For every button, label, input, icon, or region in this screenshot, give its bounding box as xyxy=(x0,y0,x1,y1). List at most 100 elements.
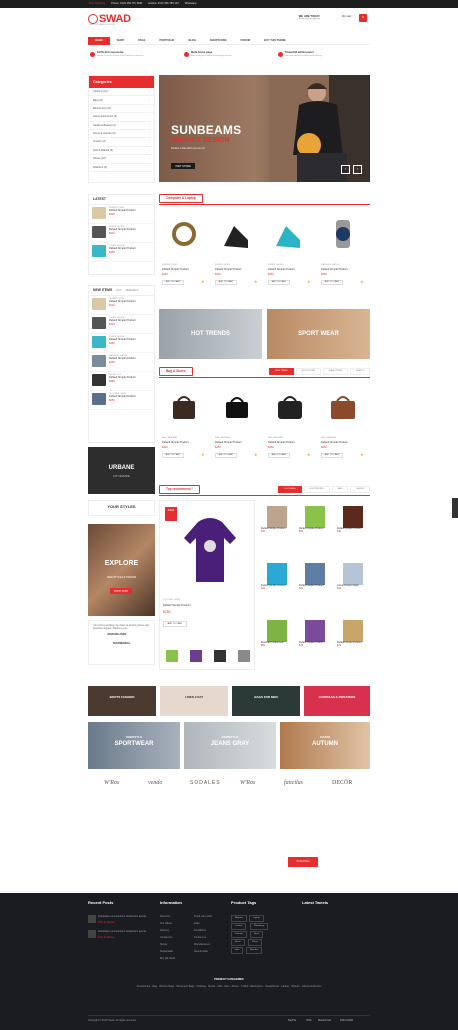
tag[interactable]: Shoes xyxy=(248,939,263,946)
list-item[interactable]: PUMPS, SHOES Default Simple Product $222 xyxy=(89,315,154,334)
footer-link[interactable]: Sustainable xyxy=(160,950,173,953)
nav-shortcode[interactable]: SHORTCODE xyxy=(203,37,234,45)
star-icon[interactable]: ★ xyxy=(307,279,311,285)
tab-bag[interactable]: BAG xyxy=(331,486,349,493)
tag[interactable]: Sale xyxy=(231,947,244,954)
product-card[interactable]: PUMPS, SHOES Default Simple Product $250 A… xyxy=(265,208,315,308)
post-title[interactable]: Voluptatem accusantium laudantium aperia xyxy=(98,930,148,933)
post-title[interactable]: Voluptatem accusantium laudantium aperia xyxy=(98,915,148,918)
category-item[interactable]: Kids & Babies (3) › xyxy=(89,147,154,156)
nav-forum[interactable]: FORUM xyxy=(234,37,258,45)
add-to-cart-button[interactable]: ADD TO CART xyxy=(163,621,187,627)
promo-jeans[interactable]: NEWSTYLE JEANS GRAY xyxy=(184,722,276,769)
nav-blog[interactable]: BLOG xyxy=(181,37,203,45)
grid-product[interactable]: Default Simple Product $49 xyxy=(334,500,371,556)
star-icon[interactable]: ★ xyxy=(201,452,205,458)
nav-home[interactable]: HOME xyxy=(88,36,110,45)
add-to-cart-button[interactable]: ADD TO CART xyxy=(215,453,237,458)
promo-linen[interactable]: LINEN COAT xyxy=(160,686,228,716)
thumb[interactable] xyxy=(166,650,178,662)
cart-button[interactable]: My cart 0 xyxy=(342,14,367,22)
product-card[interactable]: BAG, HANDBAG Default Simple Product $250 A… xyxy=(212,381,262,481)
product-card[interactable]: BAG, HANDBAG Default Simple Product $250 A… xyxy=(265,381,315,481)
tag[interactable]: Leather xyxy=(231,923,247,930)
tab-new-items[interactable]: NEW ITEMS xyxy=(269,368,294,375)
footer-link[interactable]: Conditions xyxy=(194,929,206,932)
brand-logo[interactable]: W'Ros xyxy=(104,780,119,787)
tag[interactable]: Sport xyxy=(250,931,264,938)
category-item[interactable]: Game electronics (2) › xyxy=(89,113,154,122)
product-categories-links[interactable]: Smartphone · Bag · Women Bags · Movement… xyxy=(88,985,370,988)
promo-cardigan[interactable]: CARDIGAN & SWEATERS xyxy=(304,686,370,716)
category-item[interactable]: Clothing (12) › xyxy=(89,88,154,97)
list-item[interactable]: WATCHES, WATCH Default Simple Product $250 xyxy=(89,353,154,372)
urbane-banner[interactable]: URBANE CITY ESCAPE xyxy=(88,447,155,494)
thumb[interactable] xyxy=(214,650,226,662)
grid-product[interactable]: External Product Left $59 xyxy=(258,614,295,670)
promo-bags[interactable]: BAGS FOR MEN xyxy=(232,686,300,716)
grid-product[interactable]: Default Simple Product $22 xyxy=(258,557,295,613)
side-settings-tab[interactable] xyxy=(452,498,458,518)
category-item[interactable]: Electronics (10) › xyxy=(89,105,154,114)
category-item[interactable]: Bag (10) › xyxy=(89,96,154,105)
brand-logo[interactable]: DECÖR xyxy=(332,780,352,787)
tag[interactable]: Monitoring xyxy=(250,923,269,930)
brand-logo[interactable]: W'Ros xyxy=(240,780,255,787)
category-item[interactable]: Home & Garden (2) › xyxy=(89,130,154,139)
footer-link[interactable]: New Arrivals xyxy=(194,950,208,953)
login-link[interactable]: Enter login or Sign up xyxy=(270,18,320,21)
list-item[interactable]: SHOES, TOP Default Simple Product $250 xyxy=(89,372,154,391)
tab-clothing[interactable]: CLOTHING xyxy=(278,486,302,493)
tag[interactable]: Watches xyxy=(246,947,263,954)
tab-shirts[interactable]: SHIRTS xyxy=(350,368,370,375)
footer-link[interactable]: Contact Us xyxy=(160,936,172,939)
brand-logo[interactable]: vendo xyxy=(148,780,162,787)
grid-product[interactable]: Default Simple Product $24 xyxy=(296,614,333,670)
tag[interactable]: Fashion xyxy=(231,931,247,938)
product-card[interactable]: BAG, HANDBAG Default Simple Product $250 A… xyxy=(318,381,368,481)
promo-sportwear[interactable]: ONESTYLE SPORTWEAR xyxy=(88,722,180,769)
star-icon[interactable]: ★ xyxy=(201,279,205,285)
footer-link[interactable]: Faqs xyxy=(194,922,200,925)
footer-link[interactable]: Contact us xyxy=(194,936,206,939)
visit-store-button[interactable]: VISIT STORE xyxy=(171,163,195,169)
tab-electronic[interactable]: ELECTRONIC xyxy=(303,486,330,493)
grid-product[interactable]: Default Simple Product $59 xyxy=(296,500,333,556)
category-item[interactable]: Health & Beauty (4) › xyxy=(89,122,154,130)
list-item[interactable]: PUMPS, SHOES Default Simple Product $250 xyxy=(89,334,154,353)
star-icon[interactable]: ★ xyxy=(254,279,258,285)
star-icon[interactable]: ★ xyxy=(360,452,364,458)
brand-logo[interactable]: fancilus xyxy=(284,780,303,787)
add-to-cart-button[interactable]: ADD TO CART xyxy=(321,453,343,458)
product-card[interactable]: PUMPS, SHOES Default Simple Product $222 A… xyxy=(212,208,262,308)
thumb[interactable] xyxy=(238,650,250,662)
footer-link[interactable]: Track your order xyxy=(194,915,212,918)
nav-buy-theme[interactable]: BUY THIS THEME xyxy=(257,37,293,45)
tab-shoes[interactable]: SHOES xyxy=(350,486,370,493)
list-item[interactable]: JEWELRY, RING Default Simple Product $222 xyxy=(89,296,154,315)
brand-logo[interactable]: SODALES xyxy=(190,780,221,786)
add-to-cart-button[interactable]: ADD TO CART xyxy=(162,453,184,458)
tab-specials[interactable]: SPECIALS xyxy=(126,289,139,292)
footer-link[interactable]: Delivery xyxy=(160,929,169,932)
thumb[interactable] xyxy=(190,650,202,662)
star-icon[interactable]: ★ xyxy=(254,452,258,458)
prev-arrow-icon[interactable]: ‹ xyxy=(341,165,350,174)
grid-product[interactable]: Default Simple Product $72 xyxy=(334,614,371,670)
product-card[interactable]: JEWELRY, RING Default Simple Product $222 … xyxy=(159,208,209,308)
tag[interactable]: Aliquam xyxy=(231,915,247,922)
tag[interactable]: Shirts xyxy=(231,939,245,946)
tab-hot[interactable]: HOT xyxy=(116,289,121,292)
shop-now-button[interactable]: SHOP NOW xyxy=(110,588,132,594)
category-item[interactable]: Shoes (10) › xyxy=(89,155,154,164)
list-item[interactable]: PUMPS, SHOES Default Simple Product $250 xyxy=(89,243,154,262)
category-item[interactable]: Watches (2) › xyxy=(89,164,154,172)
tag[interactable]: Laptop xyxy=(249,915,264,922)
add-to-cart-button[interactable]: ADD TO CART xyxy=(215,280,237,285)
add-to-cart-button[interactable]: ADD TO CART xyxy=(268,453,290,458)
hero-banner[interactable]: SUNBEAMS MARKET DESIGN Fashion is that w… xyxy=(159,75,370,182)
list-item[interactable]: CLOTHING, SHIRT Default Simple Product $25… xyxy=(89,391,154,410)
add-to-cart-button[interactable]: ADD TO CART xyxy=(162,280,184,285)
sport-wear-banner[interactable]: SPORT WEAR xyxy=(267,309,370,359)
subscribe-button[interactable]: Subscribe xyxy=(288,857,318,867)
